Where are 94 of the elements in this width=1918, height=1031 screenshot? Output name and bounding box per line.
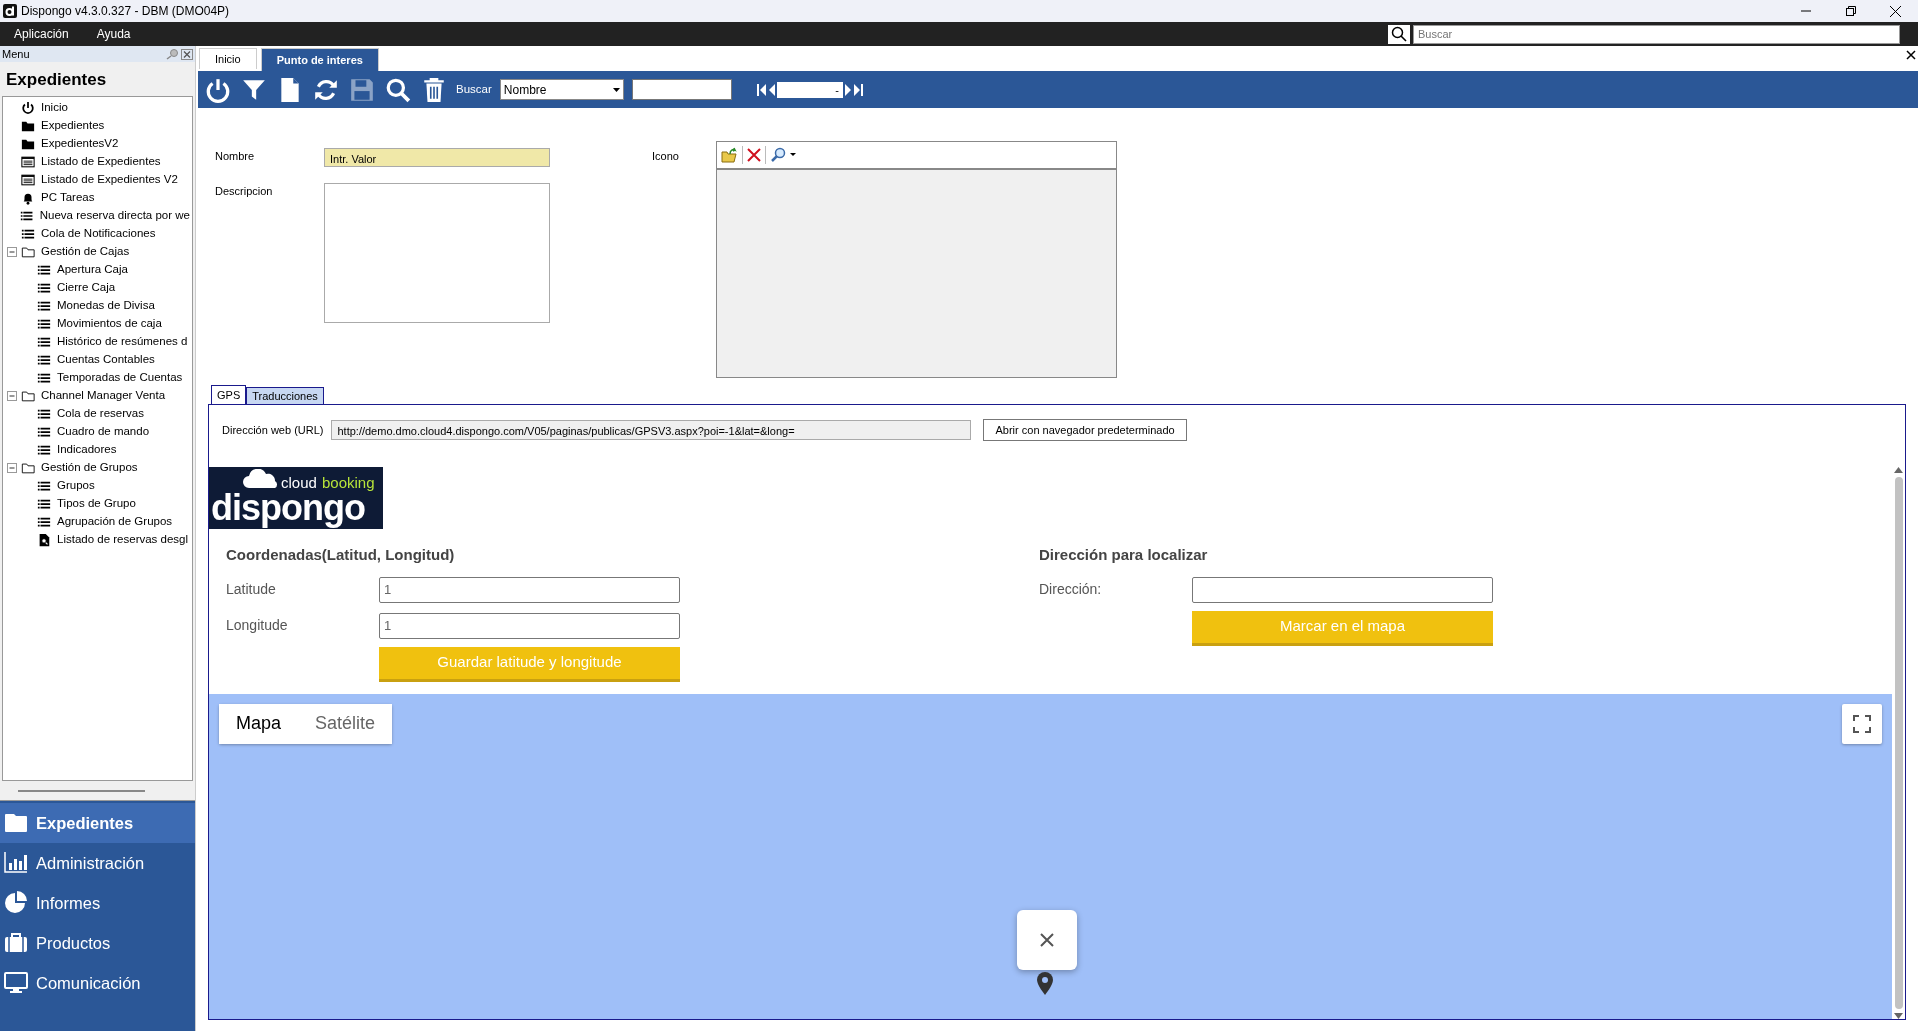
- map-type-tab[interactable]: Satélite: [298, 703, 393, 744]
- field-label: Dirección web (URL): [222, 422, 324, 438]
- module-item[interactable]: Expedientes: [0, 803, 195, 843]
- tree-item[interactable]: Tipos de Grupo: [55, 494, 138, 513]
- search-dropdown[interactable]: Nombre: [499, 79, 624, 100]
- power-icon: [21, 100, 35, 115]
- tree-item[interactable]: Channel Manager Venta: [39, 386, 168, 405]
- list-window-icon: [21, 172, 35, 187]
- tree-item[interactable]: Agrupación de Grupos: [55, 512, 175, 531]
- tree-item[interactable]: Histórico de resúmenes d: [55, 332, 190, 351]
- folder-icon: [4, 811, 28, 835]
- first-record-icon[interactable]: [755, 82, 767, 97]
- tree-item[interactable]: Temporadas de Cuentas: [55, 368, 185, 387]
- search-label: Buscar: [456, 81, 492, 97]
- zoom-dropdown-icon[interactable]: [770, 147, 798, 163]
- detail-tab[interactable]: GPS: [211, 385, 247, 404]
- pie-chart-icon: [4, 891, 28, 915]
- scroll-up-icon[interactable]: [1894, 467, 1903, 473]
- last-record-icon[interactable]: [852, 82, 864, 97]
- briefcase-icon: [4, 931, 28, 955]
- module-item[interactable]: Comunicación: [0, 963, 195, 1003]
- search-field[interactable]: [631, 79, 732, 100]
- folder-icon: [21, 388, 35, 403]
- section-heading: Expedientes: [5, 69, 108, 91]
- map-type-tab[interactable]: Mapa: [219, 703, 299, 744]
- module-item[interactable]: Informes: [0, 883, 195, 923]
- field-label: Longitude: [226, 616, 289, 635]
- map-area[interactable]: Mapa Satélite: [209, 693, 1892, 1019]
- folder-icon[interactable]: [721, 147, 738, 163]
- caret-icon: [612, 87, 620, 92]
- tree-item[interactable]: Apertura Caja: [55, 260, 130, 279]
- url-field[interactable]: http://demo.dmo.cloud4.dispongo.com/V05/paginas/publicas/GPSV3.aspx?poi=-1&lat=&long=: [331, 420, 972, 440]
- panel-title: Menu: [2, 46, 30, 62]
- tree-item[interactable]: Grupos: [55, 476, 97, 495]
- field-label: Icono: [652, 149, 680, 164]
- folder-icon: [21, 244, 35, 259]
- tree-item[interactable]: Cola de reservas: [55, 404, 146, 423]
- field-label: Latitude: [226, 580, 277, 599]
- close-icon[interactable]: [1890, 5, 1901, 17]
- fullscreen-button[interactable]: [1842, 703, 1882, 744]
- collapse-icon[interactable]: [7, 246, 17, 257]
- tree-item[interactable]: Gestión de Grupos: [39, 458, 140, 477]
- menu-item[interactable]: Ayuda: [82, 25, 145, 43]
- tree-item[interactable]: Listado de Expedientes V2: [39, 170, 180, 189]
- tree-item[interactable]: ExpedientesV2: [39, 134, 121, 153]
- search-icon[interactable]: [1388, 24, 1410, 44]
- address-field[interactable]: [1192, 576, 1493, 603]
- field-label: Nombre: [215, 149, 256, 164]
- collapse-icon[interactable]: [7, 462, 17, 473]
- detail-tab[interactable]: Traducciones: [246, 387, 324, 404]
- section-heading: Dirección para localizar: [1039, 545, 1209, 565]
- list-window-icon: [21, 154, 35, 169]
- document-tab[interactable]: Inicio: [199, 48, 257, 69]
- tree-item[interactable]: Inicio: [39, 98, 70, 117]
- map-pin-icon[interactable]: [1036, 971, 1054, 996]
- folder-icon: [21, 460, 35, 475]
- module-item[interactable]: Productos: [0, 923, 195, 963]
- tree-item[interactable]: Indicadores: [55, 440, 119, 459]
- collapse-icon[interactable]: [7, 390, 17, 401]
- close-icon[interactable]: [1906, 50, 1916, 60]
- menu-item[interactable]: Aplicación: [0, 25, 83, 43]
- module-item[interactable]: Administración: [0, 843, 195, 883]
- field-label: Dirección:: [1039, 580, 1103, 599]
- document-search-icon: [37, 532, 51, 547]
- description-field[interactable]: [324, 183, 550, 323]
- section-heading: Coordenadas(Latitud, Longitud): [226, 545, 456, 565]
- latitude-field[interactable]: 1: [379, 576, 680, 603]
- longitude-field[interactable]: 1: [379, 612, 680, 639]
- app-logo-icon: [3, 4, 17, 18]
- monitor-icon: [4, 971, 28, 995]
- scroll-down-icon[interactable]: [1894, 1013, 1903, 1019]
- tree-item[interactable]: Movimientos de caja: [55, 314, 164, 333]
- tree-item[interactable]: Cola de Notificaciones: [39, 224, 158, 243]
- tree-item[interactable]: PC Tareas: [39, 188, 97, 207]
- tree-item[interactable]: Cuentas Contables: [55, 350, 157, 369]
- fullscreen-icon: [1853, 714, 1871, 733]
- tree-item[interactable]: Listado de reservas desgl: [55, 530, 191, 549]
- tree-item[interactable]: Cuadro de mando: [55, 422, 152, 441]
- name-field[interactable]: Intr. Valor: [324, 148, 550, 167]
- search-field[interactable]: Buscar: [1413, 24, 1900, 44]
- tree-item[interactable]: Expedientes: [39, 116, 107, 135]
- window-title: Dispongo v4.3.0.327 - DBM (DMO04P): [21, 3, 230, 20]
- close-icon[interactable]: [1040, 932, 1054, 947]
- tree-item[interactable]: Nueva reserva directa por we: [37, 206, 192, 225]
- bar-chart-icon: [4, 851, 28, 875]
- delete-icon[interactable]: [747, 148, 761, 162]
- tree-item[interactable]: Monedas de Divisa: [55, 296, 157, 315]
- field-label: Descripcion: [215, 184, 274, 199]
- restore-icon[interactable]: [1845, 6, 1856, 16]
- tree-item[interactable]: Cierre Caja: [55, 278, 118, 297]
- tree-item[interactable]: Gestión de Cajas: [39, 242, 132, 261]
- tree-item[interactable]: Listado de Expedientes: [39, 152, 163, 171]
- open-browser-button[interactable]: Abrir con navegador predeterminado: [983, 419, 1187, 441]
- document-tab[interactable]: Punto de interes: [260, 48, 379, 71]
